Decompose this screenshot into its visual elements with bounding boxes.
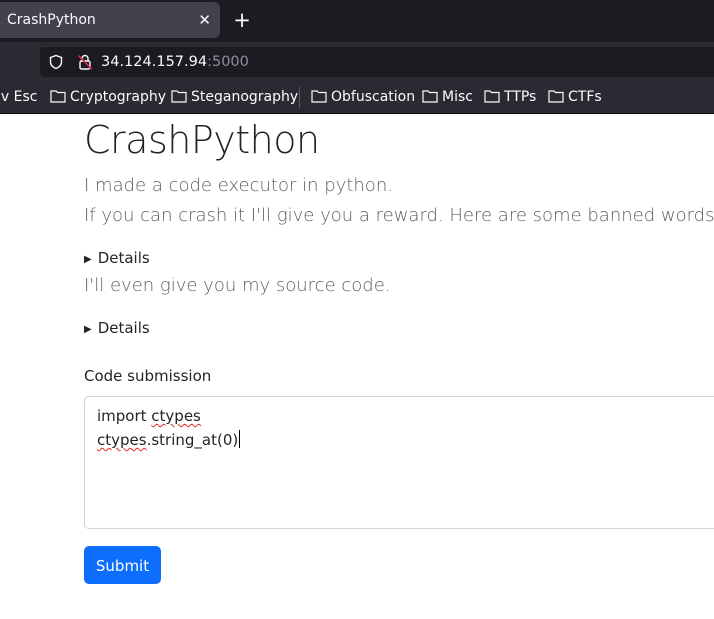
bookmarks-toolbar: iv Esc Cryptography Steganography Obfusc… [0, 82, 714, 114]
folder-icon [548, 90, 564, 103]
banned-words-details-toggle[interactable]: ▶ Details [84, 247, 150, 271]
close-tab-icon[interactable]: ✕ [198, 2, 211, 38]
disclosure-triangle-icon: ▶ [84, 324, 92, 335]
code-line-2: ctypes.string_at(0) [97, 430, 241, 450]
bookmark-folder-misc[interactable]: Misc [422, 82, 473, 113]
shield-icon[interactable] [48, 54, 64, 74]
disclosure-triangle-icon: ▶ [84, 254, 92, 265]
folder-icon [484, 90, 500, 103]
bookmark-folder-steganography[interactable]: Steganography [171, 82, 298, 113]
intro-text: I made a code executor in python. [84, 175, 393, 196]
reward-text: If you can crash it I'll give you a rewa… [84, 205, 714, 226]
url-host: 34.124.157.94 [101, 54, 208, 70]
insecure-lock-icon[interactable] [76, 53, 94, 75]
code-textarea[interactable]: import ctypes ctypes.string_at(0) [84, 396, 714, 529]
bookmark-label: Obfuscation [331, 89, 416, 105]
address-bar[interactable]: 34.124.157.94:5000 [40, 47, 714, 77]
bookmark-label: Cryptography [70, 89, 167, 105]
bookmark-label: iv Esc [0, 89, 38, 105]
code-token: .string_at(0) [146, 431, 239, 449]
folder-icon [311, 90, 327, 103]
url-text[interactable]: 34.124.157.94:5000 [101, 47, 249, 77]
bookmark-label: TTPs [504, 89, 537, 105]
bookmark-label: Misc [442, 89, 473, 105]
code-line-1: import ctypes [97, 406, 201, 426]
folder-icon [422, 90, 438, 103]
page-title: CrashPython [84, 118, 320, 162]
source-code-text: I'll even give you my source code. [84, 275, 391, 296]
bookmark-label: Steganography [191, 89, 299, 105]
bookmarks-separator [299, 87, 300, 108]
code-token: import [97, 407, 152, 425]
tab-strip: CrashPython ✕ + [0, 0, 714, 42]
bookmark-folder-obfuscation[interactable]: Obfuscation [311, 82, 415, 113]
misspelled-token: ctypes [97, 431, 147, 449]
folder-icon [50, 90, 66, 103]
new-tab-button[interactable]: + [231, 2, 253, 38]
source-code-details-toggle[interactable]: ▶ Details [84, 317, 150, 341]
bookmark-folder-ttps[interactable]: TTPs [484, 82, 536, 113]
browser-tab[interactable]: CrashPython ✕ [0, 2, 220, 38]
bookmark-folder-ctfs[interactable]: CTFs [548, 82, 602, 113]
submit-button[interactable]: Submit [84, 546, 161, 584]
misspelled-token: ctypes [151, 407, 201, 425]
details-summary: Details [97, 249, 150, 267]
folder-icon [171, 90, 187, 103]
details-summary: Details [97, 319, 150, 337]
url-port: :5000 [207, 54, 249, 70]
tab-title: CrashPython [7, 12, 96, 28]
bookmark-label: CTFs [568, 89, 602, 105]
bookmark-folder-cryptography[interactable]: Cryptography [50, 82, 166, 113]
bookmark-item[interactable]: iv Esc [0, 82, 37, 113]
text-caret [239, 430, 241, 448]
navigation-toolbar: 34.124.157.94:5000 [0, 42, 714, 82]
code-submission-label: Code submission [84, 367, 212, 385]
